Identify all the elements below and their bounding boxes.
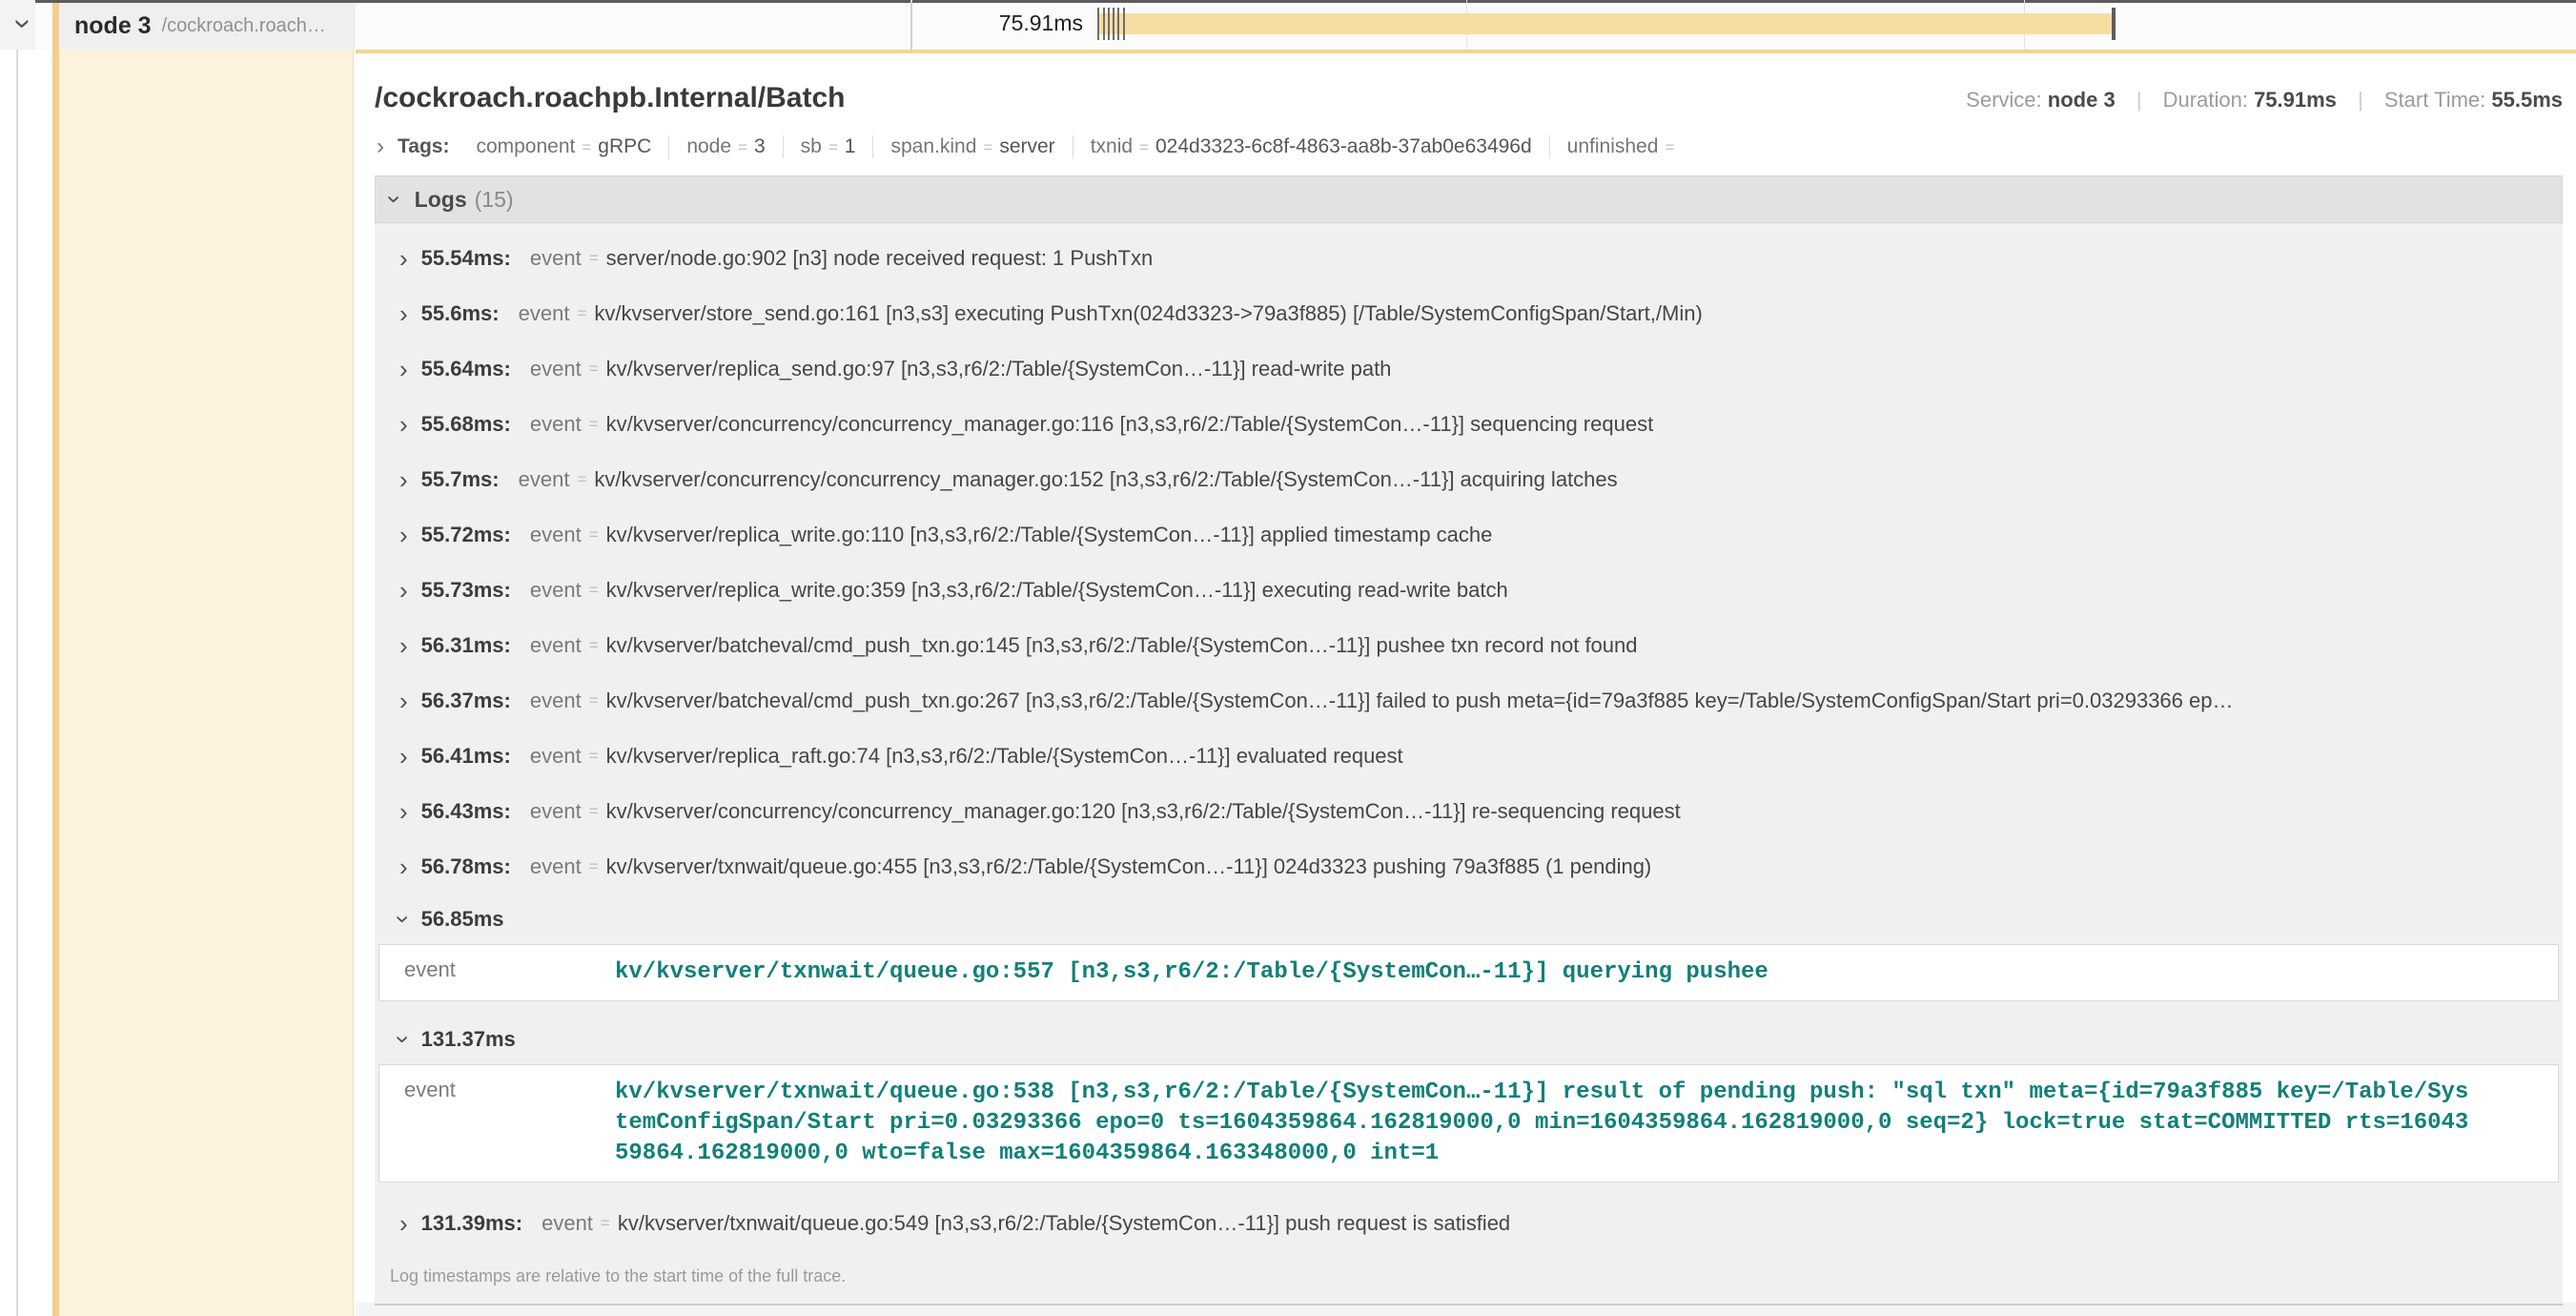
- logs-count: (15): [475, 187, 514, 213]
- log-tick-end: [2112, 8, 2116, 40]
- log-row[interactable]: ›131.39ms:event=kv/kvserver/txnwait/queu…: [375, 1196, 2563, 1251]
- chevron-right-icon: ›: [399, 1211, 408, 1236]
- log-tick: [1103, 8, 1105, 40]
- tag-txnid: txnid=024d3323-6c8f-4863-aa8b-37ab0e6349…: [1073, 135, 1550, 158]
- tag-span-kind: span.kind=server: [873, 135, 1073, 158]
- tags-accordion[interactable]: › Tags: component=gRPC node=3 sb=1 span.…: [375, 134, 2563, 175]
- log-tick: [1108, 8, 1110, 40]
- page-left-divider: [16, 0, 18, 1316]
- span-detail-header: /cockroach.roachpb.Internal/Batch Servic…: [375, 53, 2563, 134]
- log-detail-table: event kv/kvserver/txnwait/queue.go:557 […: [378, 944, 2559, 1001]
- chevron-right-icon: ›: [399, 523, 408, 547]
- span-name-tab[interactable]: node 3 /cockroach.roach…: [59, 3, 356, 50]
- chevron-down-icon: ›: [391, 1036, 416, 1044]
- chevron-right-icon: ›: [399, 854, 408, 879]
- log-row[interactable]: ›56.41ms:event=kv/kvserver/replica_raft.…: [375, 729, 2563, 784]
- span-detail-title: /cockroach.roachpb.Internal/Batch: [375, 82, 845, 114]
- duration-value: 75.91ms: [2254, 88, 2337, 112]
- log-tick: [1117, 8, 1119, 40]
- logs-footer-note: Log timestamps are relative to the start…: [375, 1251, 2563, 1304]
- chevron-right-icon: ›: [399, 744, 408, 769]
- chevron-right-icon: ›: [399, 357, 408, 381]
- log-row[interactable]: ›55.54ms:event=server/node.go:902 [n3] n…: [375, 231, 2563, 286]
- log-row[interactable]: ›55.73ms:event=kv/kvserver/replica_write…: [375, 563, 2563, 618]
- log-row[interactable]: ›56.78ms:event=kv/kvserver/txnwait/queue…: [375, 839, 2563, 894]
- span-meta: Service: node 3 | Duration: 75.91ms | St…: [1966, 88, 2563, 113]
- log-row[interactable]: ›55.7ms:event=kv/kvserver/concurrency/co…: [375, 452, 2563, 507]
- service-label: Service:: [1966, 88, 2041, 112]
- log-field-key: event: [379, 1078, 615, 1169]
- log-row-expanded[interactable]: ›56.85ms: [375, 894, 2563, 944]
- log-row[interactable]: ›55.6ms:event=kv/kvserver/store_send.go:…: [375, 286, 2563, 341]
- tag-sb: sb=1: [784, 135, 874, 158]
- log-row[interactable]: ›56.31ms:event=kv/kvserver/batcheval/cmd…: [375, 618, 2563, 673]
- chevron-right-icon: ›: [399, 467, 408, 492]
- log-row[interactable]: ›56.43ms:event=kv/kvserver/concurrency/c…: [375, 784, 2563, 839]
- log-field-key: event: [379, 957, 615, 988]
- selected-span-highlight-column: [59, 50, 354, 1316]
- tag-unfinished: unfinished=: [1550, 135, 1699, 158]
- start-time-label: Start Time:: [2384, 88, 2485, 112]
- span-detail-panel: /cockroach.roachpb.Internal/Batch Servic…: [356, 50, 2576, 1303]
- logs-accordion-header[interactable]: › Logs (15): [375, 175, 2563, 223]
- log-row-expanded[interactable]: ›131.37ms: [375, 1015, 2563, 1064]
- span-operation-name: /cockroach.roach…: [162, 15, 326, 37]
- chevron-down-icon: ›: [391, 915, 416, 924]
- chevron-right-icon: ›: [377, 135, 384, 158]
- tag-node: node=3: [669, 135, 783, 158]
- duration-label: Duration:: [2163, 88, 2248, 112]
- logs-title: Logs: [415, 187, 467, 213]
- log-field-value: kv/kvserver/txnwait/queue.go:538 [n3,s3,…: [615, 1078, 2476, 1169]
- service-value: node 3: [2048, 88, 2116, 112]
- tags-label: Tags:: [398, 135, 449, 158]
- column-resizer[interactable]: [910, 0, 912, 50]
- span-service-name: node 3: [74, 12, 152, 40]
- span-duration-bar[interactable]: [1098, 13, 2112, 34]
- logs-list: ›55.54ms:event=server/node.go:902 [n3] n…: [375, 223, 2563, 1306]
- log-row[interactable]: ›55.68ms:event=kv/kvserver/concurrency/c…: [375, 397, 2563, 452]
- meta-separator: |: [2136, 88, 2142, 112]
- chevron-right-icon: ›: [399, 412, 408, 437]
- log-row[interactable]: ›56.37ms:event=kv/kvserver/batcheval/cmd…: [375, 673, 2563, 729]
- row-top-border: [35, 0, 2576, 3]
- tag-component: component=gRPC: [459, 135, 669, 158]
- chevron-right-icon: ›: [399, 246, 408, 271]
- log-tick: [1113, 8, 1114, 40]
- chevron-down-icon[interactable]: ›: [9, 19, 39, 30]
- log-row[interactable]: ›55.72ms:event=kv/kvserver/replica_write…: [375, 507, 2563, 563]
- chevron-down-icon: ›: [382, 195, 407, 204]
- chevron-right-icon: ›: [399, 689, 408, 713]
- log-tick: [1097, 8, 1099, 40]
- log-tick: [1123, 8, 1125, 40]
- start-time-value: 55.5ms: [2491, 88, 2563, 112]
- chevron-right-icon: ›: [399, 633, 408, 658]
- chevron-right-icon: ›: [399, 578, 408, 603]
- chevron-right-icon: ›: [399, 799, 408, 824]
- chevron-right-icon: ›: [399, 301, 408, 326]
- span-duration-label: 75.91ms: [999, 10, 1083, 36]
- log-detail-table: event kv/kvserver/txnwait/queue.go:538 […: [378, 1064, 2559, 1182]
- span-color-bar: [52, 3, 59, 1316]
- span-timeline-row: › node 3 /cockroach.roach… 75.91ms: [0, 0, 2576, 50]
- log-row[interactable]: ›55.64ms:event=kv/kvserver/replica_send.…: [375, 341, 2563, 397]
- log-field-value: kv/kvserver/txnwait/queue.go:557 [n3,s3,…: [615, 957, 2476, 988]
- meta-separator: |: [2358, 88, 2363, 112]
